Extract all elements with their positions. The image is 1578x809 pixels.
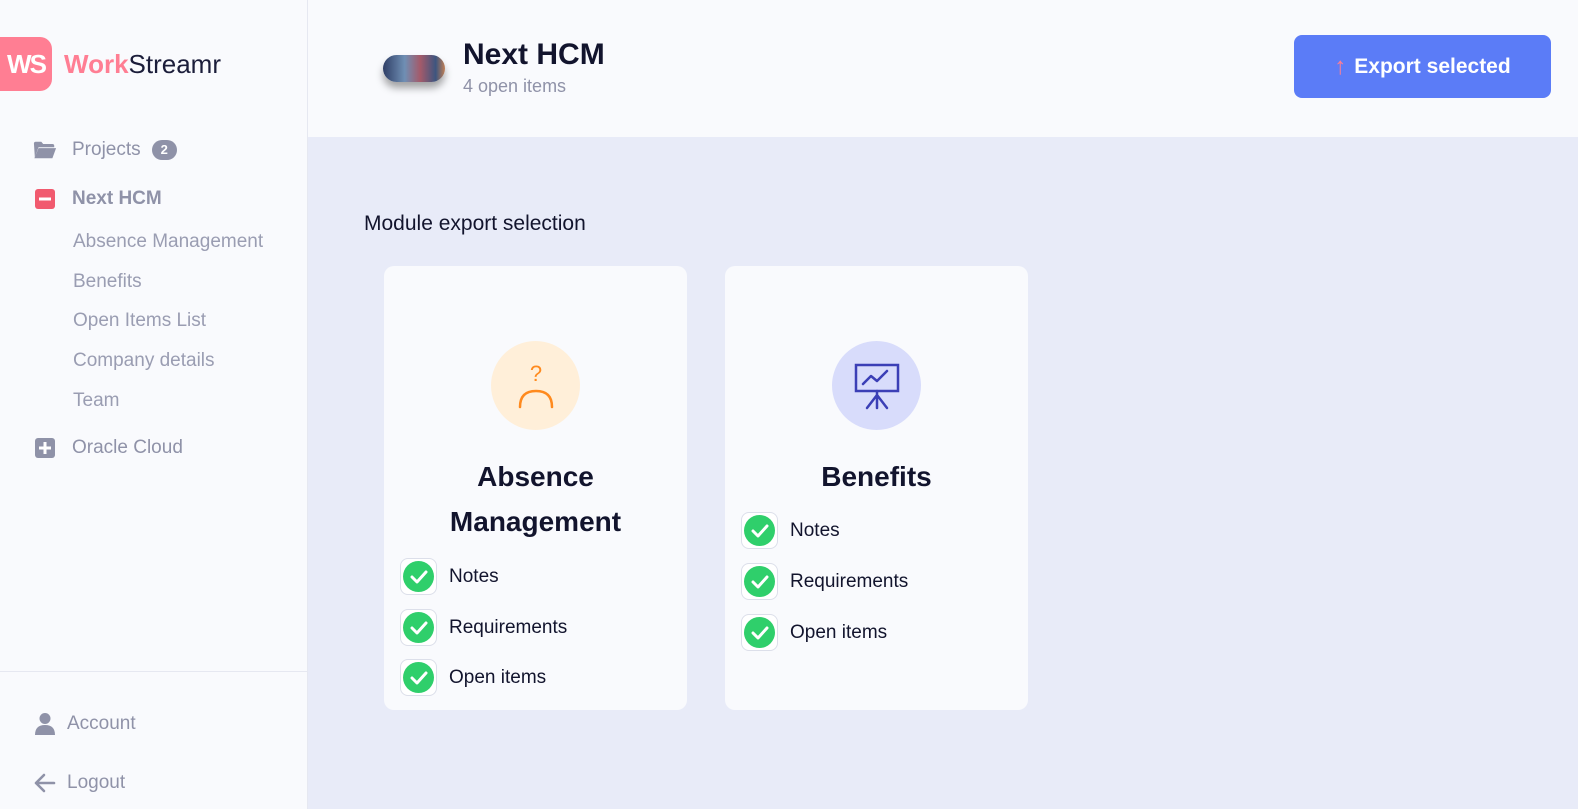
collapse-minus-icon[interactable] xyxy=(33,188,57,210)
export-option-requirements[interactable]: Requirements xyxy=(400,609,567,646)
sidebar-divider xyxy=(0,671,307,672)
check-icon xyxy=(403,612,434,643)
logo-text-part2: Streamr xyxy=(128,48,221,79)
projects-count-badge: 2 xyxy=(151,140,177,160)
card-title-line1: Benefits xyxy=(821,461,932,492)
open-items-checkbox[interactable] xyxy=(400,659,437,696)
page-title: Next HCM xyxy=(463,38,605,71)
open-items-checkbox[interactable] xyxy=(741,614,778,651)
sidebar-item-label: Oracle Cloud xyxy=(72,437,183,458)
module-card-benefits[interactable]: Benefits Notes Requirements Open items xyxy=(725,266,1028,710)
sidebar: WS WorkStreamr Projects 2 Next HCM Absen… xyxy=(0,0,308,809)
export-option-requirements[interactable]: Requirements xyxy=(741,563,908,600)
export-option-notes[interactable]: Notes xyxy=(400,558,499,595)
sidebar-item-projects[interactable]: Projects 2 xyxy=(33,139,177,161)
requirements-checkbox[interactable] xyxy=(741,563,778,600)
requirements-checkbox[interactable] xyxy=(400,609,437,646)
option-label: Notes xyxy=(449,565,499,587)
svg-text:?: ? xyxy=(529,361,541,386)
option-label: Open items xyxy=(790,621,888,643)
main-content: Module export selection ? Absence Manage… xyxy=(308,137,1578,809)
check-icon xyxy=(744,515,775,546)
account-link[interactable]: Account xyxy=(33,712,136,736)
export-selected-button[interactable]: ↑ Export selected xyxy=(1294,35,1551,98)
logo-text-part1: Work xyxy=(64,48,129,79)
sidebar-subitem-open-items-list[interactable]: Open Items List xyxy=(73,310,206,332)
logo-mark: WS xyxy=(0,37,52,91)
presentation-chart-icon xyxy=(832,341,921,430)
person-question-icon: ? xyxy=(491,341,580,430)
project-thumbnail xyxy=(383,55,445,82)
sidebar-subitem-absence-management[interactable]: Absence Management xyxy=(73,231,263,253)
arrow-left-icon xyxy=(33,771,57,795)
check-icon xyxy=(403,662,434,693)
module-card-absence-management[interactable]: ? Absence Management Notes Requirements … xyxy=(384,266,687,710)
export-option-notes[interactable]: Notes xyxy=(741,512,840,549)
check-icon xyxy=(744,617,775,648)
notes-checkbox[interactable] xyxy=(400,558,437,595)
option-label: Requirements xyxy=(449,616,568,638)
open-items-count: 4 open items xyxy=(463,76,567,96)
sidebar-item-label: Next HCM xyxy=(72,188,162,209)
export-option-open-items[interactable]: Open items xyxy=(741,614,887,651)
logo-text: WorkStreamr xyxy=(64,49,221,80)
page-header: Next HCM 4 open items ↑ Export selected xyxy=(308,0,1578,137)
sidebar-subitem-team[interactable]: Team xyxy=(73,390,119,412)
expand-plus-icon[interactable] xyxy=(33,437,57,459)
export-option-open-items[interactable]: Open items xyxy=(400,659,546,696)
sidebar-subitem-company-details[interactable]: Company details xyxy=(73,350,215,372)
export-selected-label: Export selected xyxy=(1354,54,1511,78)
sidebar-item-label: Projects xyxy=(72,139,141,160)
sidebar-item-oracle-cloud[interactable]: Oracle Cloud xyxy=(33,437,183,459)
brand-logo[interactable]: WS WorkStreamr xyxy=(0,37,221,91)
logout-link[interactable]: Logout xyxy=(33,771,125,795)
account-label: Account xyxy=(67,713,136,734)
sidebar-item-next-hcm[interactable]: Next HCM xyxy=(33,188,162,210)
folder-open-icon xyxy=(33,139,57,161)
user-icon xyxy=(33,712,57,736)
option-label: Open items xyxy=(449,666,547,688)
notes-checkbox[interactable] xyxy=(741,512,778,549)
check-icon xyxy=(744,566,775,597)
check-icon xyxy=(403,561,434,592)
option-label: Notes xyxy=(790,519,840,541)
sidebar-subitem-benefits[interactable]: Benefits xyxy=(73,271,142,293)
option-label: Requirements xyxy=(790,570,909,592)
logout-label: Logout xyxy=(67,772,126,793)
arrow-up-icon: ↑ xyxy=(1334,52,1347,80)
card-title-line1: Absence xyxy=(477,461,594,492)
section-title: Module export selection xyxy=(364,212,586,235)
card-title-line2: Management xyxy=(449,506,622,537)
